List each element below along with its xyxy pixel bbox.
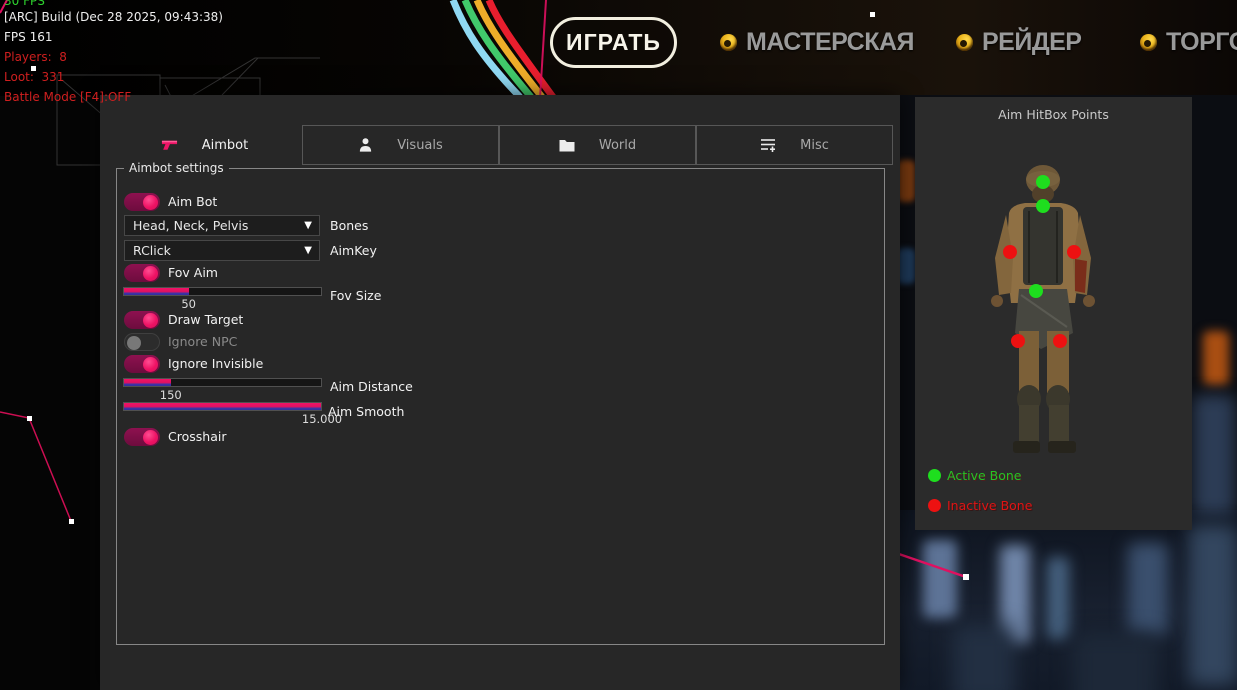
hud-loot-count: Loot: 331 [4,70,404,84]
hud-fps-value: FPS 161 [4,30,404,44]
aimkey-dropdown-value: RClick [133,243,171,258]
tab-aimbot[interactable]: Aimbot [106,125,303,165]
slider-track[interactable] [123,287,322,296]
hud-fps-counter: 30 FPS [4,0,404,8]
fov-size-label: Fov Size [330,288,381,303]
legend-inactive-bone: Inactive Bone [928,498,1032,513]
debug-hud: 30 FPS [ARC] Build (Dec 28 2025, 09:43:3… [4,0,19,112]
aim-smooth-slider[interactable]: 15.000 [123,402,322,411]
crosshair-toggle[interactable] [124,428,160,446]
aimkey-dropdown[interactable]: RClick ▼ [124,240,320,261]
nav-item-raider[interactable]: РЕЙДЕР [956,28,1081,57]
ignore-npc-toggle[interactable] [124,333,160,351]
bone-dot-neck [1036,199,1050,213]
ignore-npc-label: Ignore NPC [168,334,237,349]
bones-label: Bones [330,218,368,233]
bone-dot-left-thigh [1011,334,1025,348]
hitbox-preview-panel: Aim HitBox Points [915,97,1192,530]
aim-bot-label: Aim Bot [168,194,217,209]
legend-active-bone: Active Bone [928,468,1021,483]
background-blob [1047,557,1069,639]
hitbox-panel-title: Aim HitBox Points [915,107,1192,122]
bone-dot-pelvis [1029,284,1043,298]
pistol-icon [161,139,178,152]
aim-bot-toggle[interactable] [124,193,160,211]
hud-battle-mode: Battle Mode [F4]:OFF [4,90,404,104]
background-blob [1128,543,1168,635]
aimkey-label: AimKey [330,243,377,258]
background-blob [953,625,1015,690]
bone-dot-right-arm [1067,245,1081,259]
draw-target-toggle[interactable] [124,311,160,329]
tab-misc[interactable]: Misc [696,125,893,165]
tab-label: Visuals [397,138,443,153]
background-blob [1073,633,1157,690]
coin-icon [956,34,973,51]
fov-size-value: 50 [181,297,196,311]
nav-item-label: РЕЙДЕР [982,28,1081,57]
play-button-label: ИГРАТЬ [566,29,661,56]
hud-build-info: [ARC] Build (Dec 28 2025, 09:43:38) [4,10,404,24]
cheat-menu-panel: Aimbot Visuals World [100,95,900,690]
tab-label: Aimbot [202,138,248,153]
person-icon [358,137,373,153]
aim-distance-value: 150 [160,388,182,402]
background-blob [1203,331,1229,385]
slider-fill [124,288,189,295]
bones-dropdown-value: Head, Neck, Pelvis [133,218,248,233]
fov-aim-toggle[interactable] [124,264,160,282]
background-blob [923,540,957,618]
fov-size-slider[interactable]: 50 [123,287,322,296]
background-blob [1193,395,1235,515]
slider-track[interactable] [123,378,322,387]
ignore-invisible-label: Ignore Invisible [168,356,263,371]
game-screen: 30 FPS [ARC] Build (Dec 28 2025, 09:43:3… [0,0,1237,690]
bone-dot-right-thigh [1053,334,1067,348]
chevron-down-icon: ▼ [304,245,312,256]
crosshair-label: Crosshair [168,429,226,444]
coin-icon [1140,34,1157,51]
slider-fill [124,403,321,410]
bones-dropdown[interactable]: Head, Neck, Pelvis ▼ [124,215,320,236]
nav-item-label: ТОРГО [1166,28,1237,57]
ignore-invisible-toggle[interactable] [124,355,160,373]
draw-target-label: Draw Target [168,312,243,327]
folder-icon [559,139,575,152]
inactive-bone-dot-icon [928,499,941,512]
hud-players-count: Players: 8 [4,50,404,64]
aim-smooth-label: Aim Smooth [328,404,404,419]
bone-dot-left-arm [1003,245,1017,259]
nav-item-workshop[interactable]: МАСТЕРСКАЯ [720,28,914,57]
tab-world[interactable]: World [499,125,696,165]
legend-label: Inactive Bone [947,498,1032,513]
nav-item-trade[interactable]: ТОРГО [1140,28,1237,57]
play-button[interactable]: ИГРАТЬ [550,17,677,68]
active-bone-dot-icon [928,469,941,482]
fov-aim-label: Fov Aim [168,265,218,280]
nav-item-label: МАСТЕРСКАЯ [746,28,914,57]
tab-visuals[interactable]: Visuals [302,125,499,165]
legend-label: Active Bone [947,468,1021,483]
aim-distance-slider[interactable]: 150 [123,378,322,387]
sliders-plus-icon [760,138,776,153]
coin-icon [720,34,737,51]
slider-fill [124,379,171,386]
tab-label: World [599,138,636,153]
background-blob [1189,525,1237,685]
bone-dot-head [1036,175,1050,189]
tab-label: Misc [800,138,829,153]
slider-track[interactable] [123,402,322,411]
chevron-down-icon: ▼ [304,220,312,231]
groupbox-title: Aimbot settings [124,161,229,175]
aim-distance-label: Aim Distance [330,379,413,394]
